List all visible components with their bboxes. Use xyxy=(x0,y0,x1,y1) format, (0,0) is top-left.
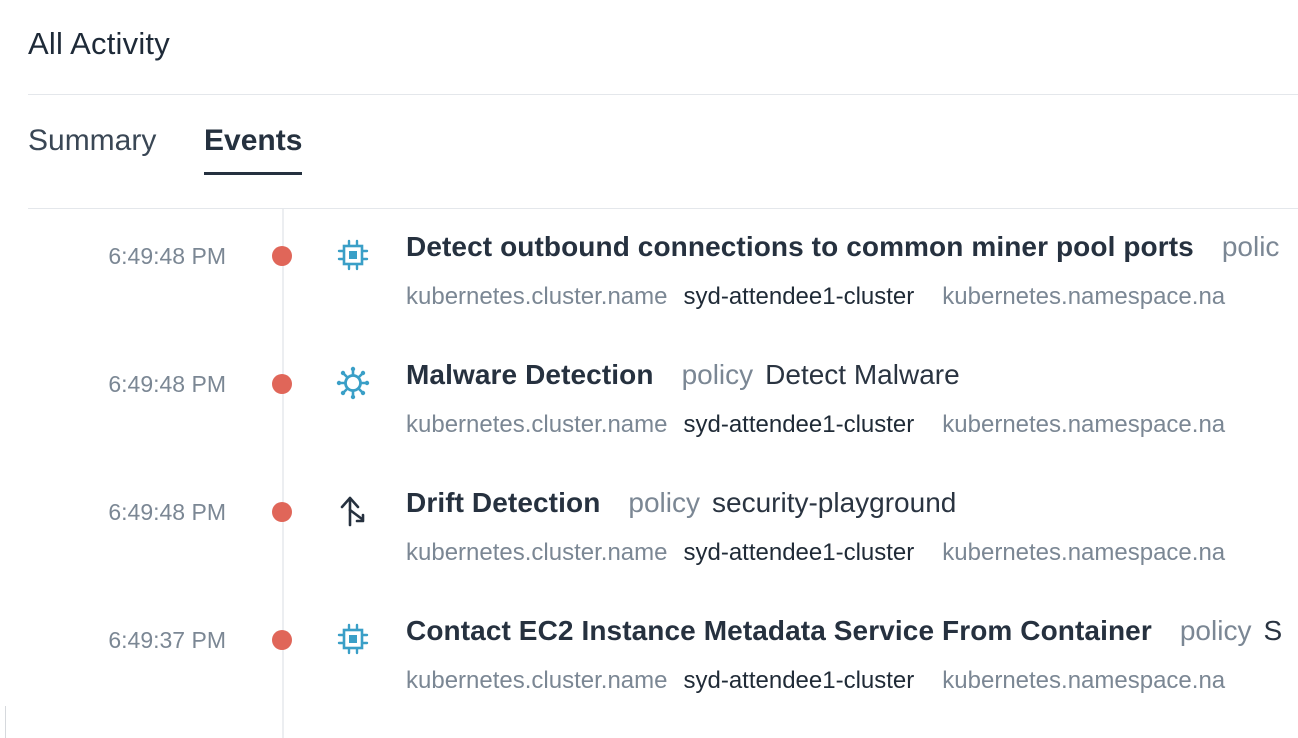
event-title[interactable]: Contact EC2 Instance Metadata Service Fr… xyxy=(406,615,1152,646)
tag-value: syd-attendee1-cluster xyxy=(683,411,915,438)
policy-value: S xyxy=(1263,615,1283,646)
tag-key: kubernetes.cluster.name xyxy=(406,667,668,694)
severity-dot xyxy=(272,374,292,394)
event-row[interactable]: 6:49:48 PM Malware Detection policy Dete… xyxy=(0,337,1298,465)
event-time: 6:49:37 PM xyxy=(108,627,226,653)
event-list: 6:49:48 PM Detect outbound connections t… xyxy=(0,209,1298,738)
drift-arrow-icon xyxy=(336,494,370,528)
tag-key: kubernetes.namespace.na xyxy=(942,283,1226,310)
event-row[interactable]: 6:49:48 PM Drift Detection policy security… xyxy=(0,465,1298,593)
tag-key: kubernetes.cluster.name xyxy=(406,411,668,438)
event-title[interactable]: Malware Detection xyxy=(406,359,654,390)
policy-value: security-playground xyxy=(712,487,957,518)
event-time: 6:49:48 PM xyxy=(108,243,226,269)
chip-icon xyxy=(336,238,370,272)
tag-key: kubernetes.namespace.na xyxy=(942,539,1226,566)
event-tags: kubernetes.cluster.name syd-attendee1-clu… xyxy=(406,411,1284,445)
tag-value: syd-attendee1-cluster xyxy=(683,539,915,566)
tab-summary[interactable]: Summary xyxy=(28,124,156,172)
event-row[interactable]: 6:49:37 PM Contact EC2 Instance Metadata… xyxy=(0,593,1298,721)
event-title[interactable]: Drift Detection xyxy=(406,487,600,518)
chip-icon xyxy=(336,622,370,656)
tag-key: kubernetes.namespace.na xyxy=(942,411,1226,438)
tag-key: kubernetes.cluster.name xyxy=(406,539,668,566)
policy-key: policy xyxy=(681,359,754,390)
page-title: All Activity xyxy=(28,26,170,61)
event-time: 6:49:48 PM xyxy=(108,371,226,397)
severity-dot xyxy=(272,502,292,522)
policy-key: policy xyxy=(1179,615,1252,646)
policy-key: polic xyxy=(1221,231,1280,262)
event-header: Drift Detection policy security-playground xyxy=(406,487,1284,527)
event-header: Malware Detection policy Detect Malware xyxy=(406,359,1284,399)
event-row[interactable]: 6:49:48 PM Detect outbound connections t… xyxy=(0,209,1298,337)
header-divider xyxy=(28,94,1298,95)
severity-dot xyxy=(272,630,292,650)
tag-value: syd-attendee1-cluster xyxy=(683,667,915,694)
event-header: Contact EC2 Instance Metadata Service Fr… xyxy=(406,615,1284,655)
severity-dot xyxy=(272,246,292,266)
virus-icon xyxy=(336,366,370,400)
policy-value: Detect Malware xyxy=(765,359,960,390)
event-header: Detect outbound connections to common mi… xyxy=(406,231,1284,271)
event-tags: kubernetes.cluster.name syd-attendee1-clu… xyxy=(406,539,1284,573)
tab-events[interactable]: Events xyxy=(204,124,303,175)
tag-key: kubernetes.cluster.name xyxy=(406,283,668,310)
event-tags: kubernetes.cluster.name syd-attendee1-clu… xyxy=(406,667,1284,701)
policy-key: policy xyxy=(628,487,700,518)
event-tags: kubernetes.cluster.name syd-attendee1-clu… xyxy=(406,283,1284,317)
event-time: 6:49:48 PM xyxy=(108,499,226,525)
tag-key: kubernetes.namespace.na xyxy=(942,667,1226,694)
event-title[interactable]: Detect outbound connections to common mi… xyxy=(406,231,1194,262)
tag-value: syd-attendee1-cluster xyxy=(683,283,915,310)
